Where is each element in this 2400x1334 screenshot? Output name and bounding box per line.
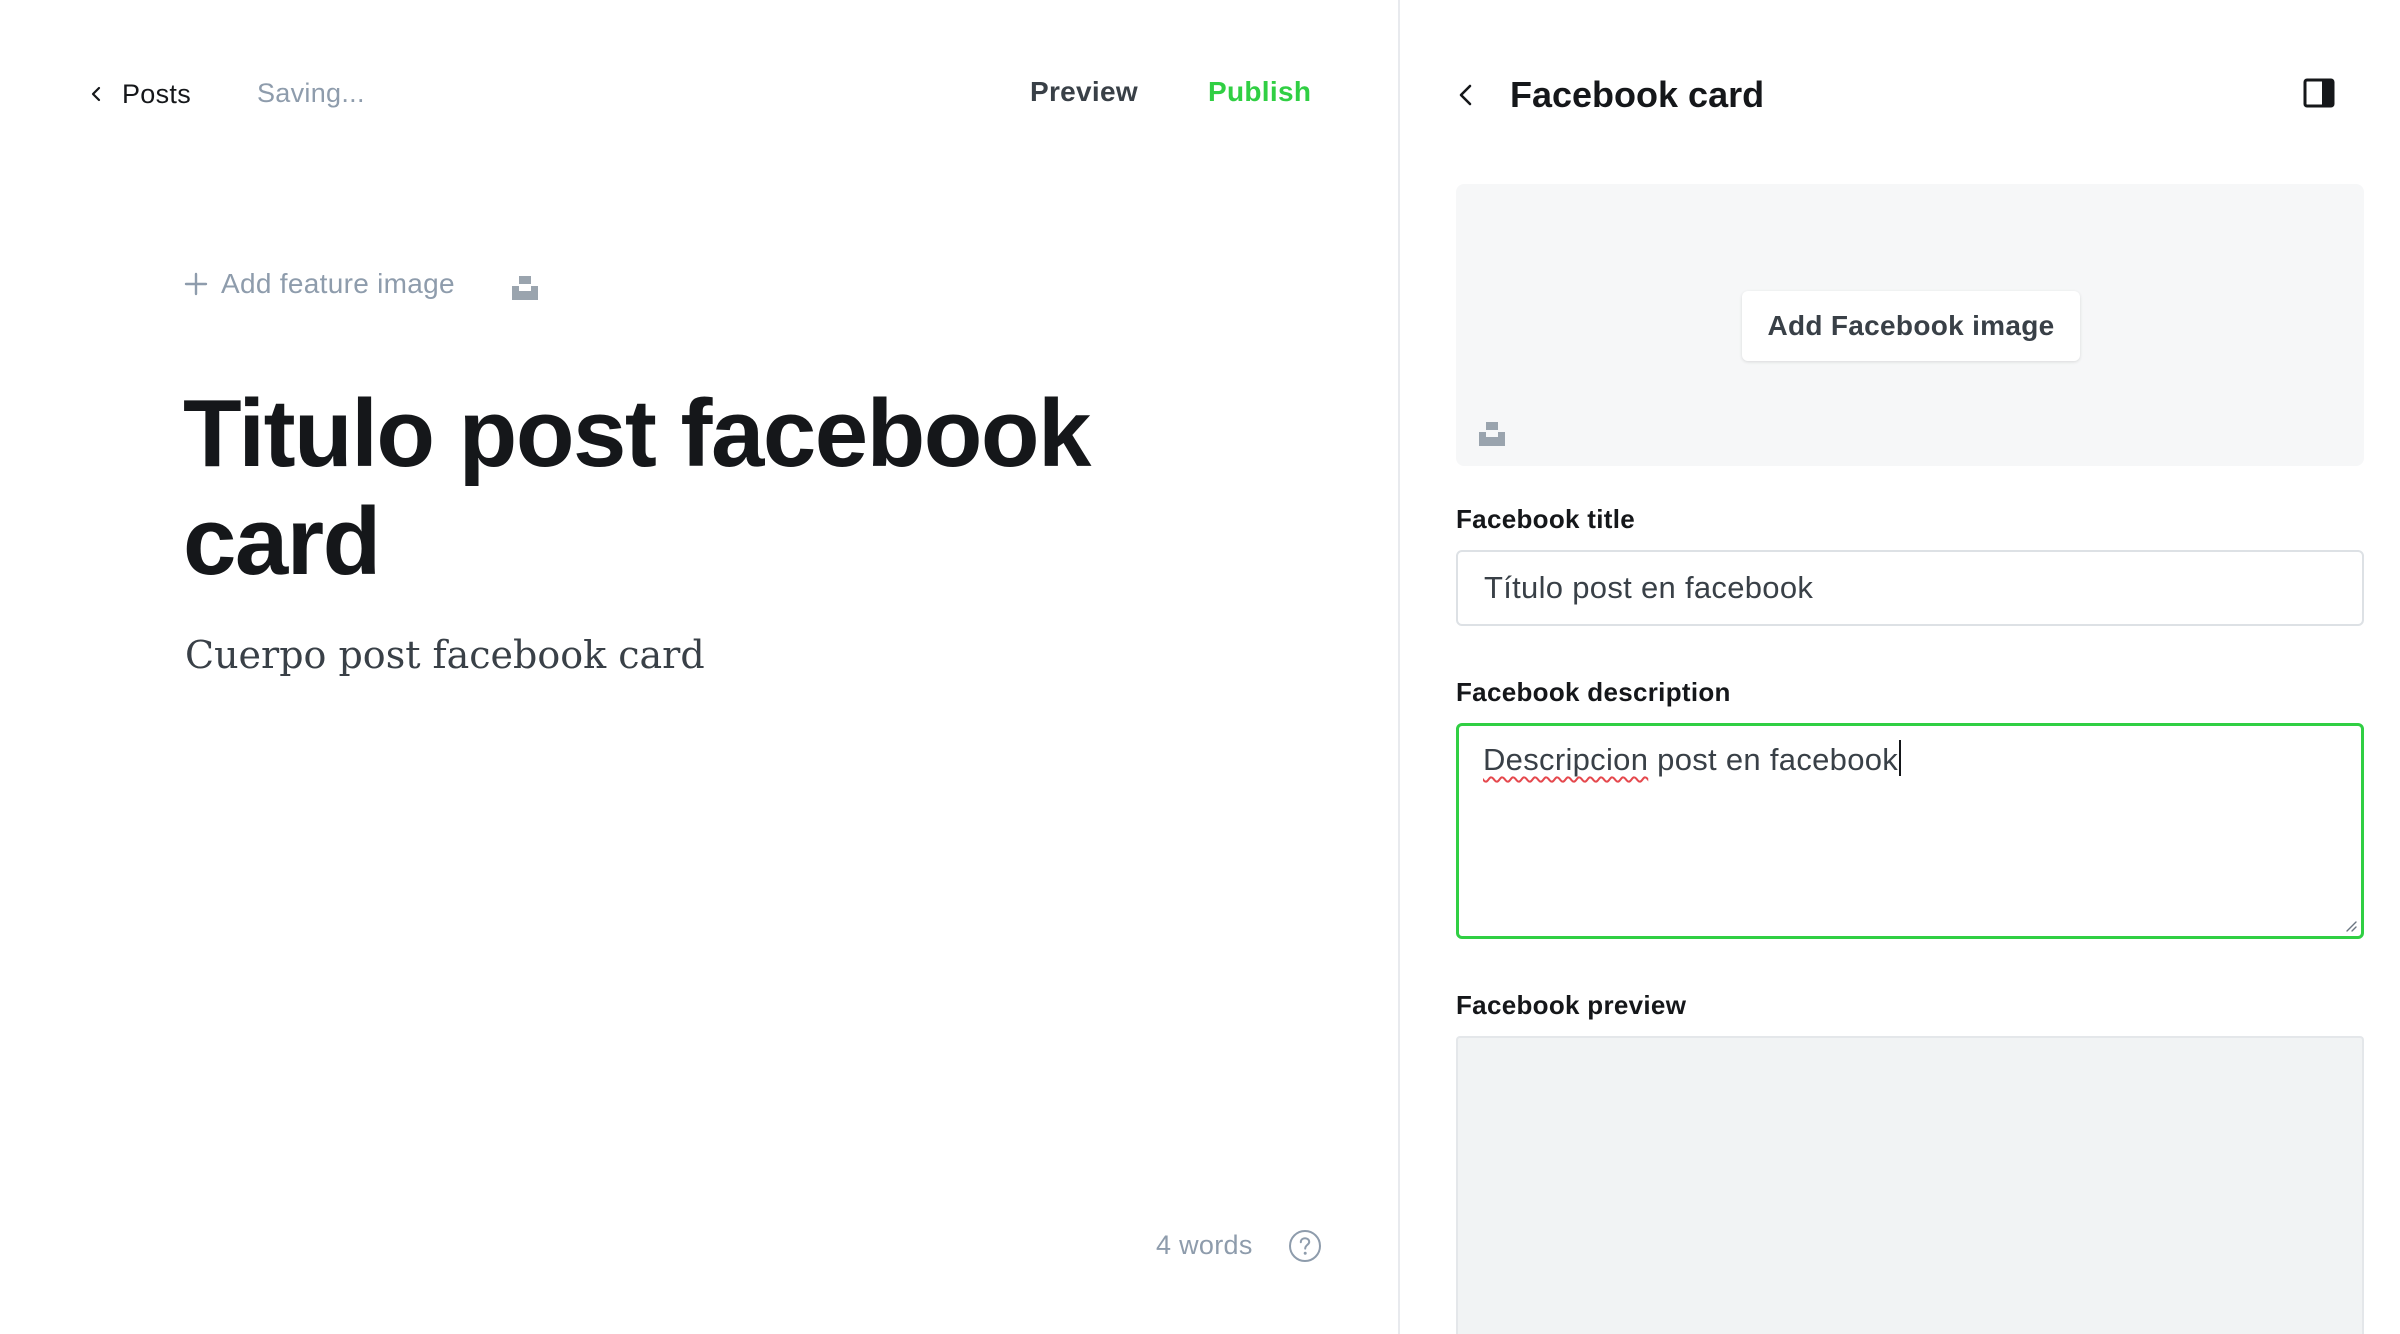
publish-button[interactable]: Publish — [1208, 76, 1311, 108]
question-circle-icon[interactable] — [1288, 1229, 1322, 1263]
facebook-title-label: Facebook title — [1456, 504, 1636, 534]
post-body[interactable]: Cuerpo post facebook card — [185, 633, 705, 677]
unsplash-icon[interactable] — [510, 272, 540, 302]
word-count: 4 words — [1156, 1230, 1253, 1260]
facebook-preview-label: Facebook preview — [1456, 990, 1687, 1020]
add-feature-image-button[interactable]: Add feature image — [183, 268, 455, 300]
description-text: post en facebook — [1648, 742, 1899, 777]
preview-button[interactable]: Preview — [1030, 76, 1138, 108]
panel-title: Facebook card — [1510, 74, 1765, 115]
misspelled-word: Descripcion — [1483, 742, 1649, 777]
chevron-left-icon — [91, 86, 101, 102]
back-link-label: Posts — [122, 78, 192, 109]
add-feature-image-label: Add feature image — [221, 268, 455, 299]
facebook-title-value: Título post en facebook — [1484, 570, 1814, 605]
plus-icon — [184, 272, 208, 296]
post-title[interactable]: Titulo post facebook card — [183, 380, 1183, 596]
save-status: Saving... — [257, 78, 365, 108]
chevron-left-icon[interactable] — [1454, 80, 1478, 110]
resize-handle-icon[interactable] — [2343, 918, 2357, 932]
text-caret — [1899, 740, 1902, 776]
add-facebook-image-button[interactable]: Add Facebook image — [1742, 291, 2080, 361]
unsplash-icon[interactable] — [1477, 418, 1507, 448]
back-to-posts-link[interactable]: Posts — [86, 76, 191, 112]
facebook-title-input[interactable]: Título post en facebook — [1456, 550, 2364, 626]
facebook-preview-card — [1456, 1036, 2364, 1334]
facebook-description-label: Facebook description — [1456, 677, 1731, 707]
sidebar-toggle-icon[interactable] — [2303, 78, 2335, 108]
facebook-description-textarea[interactable]: Descripcion post en facebook — [1456, 723, 2364, 939]
